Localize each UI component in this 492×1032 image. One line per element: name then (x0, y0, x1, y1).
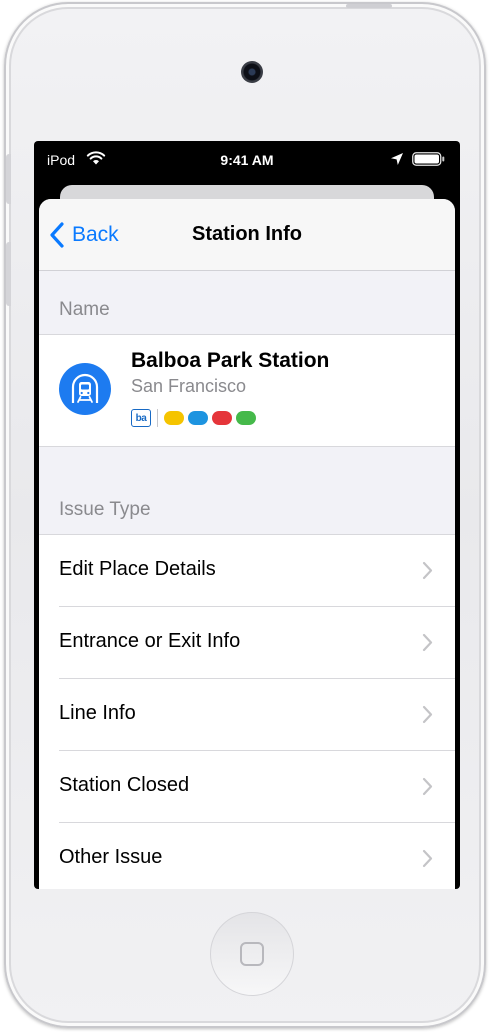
issue-type-section-header: Issue Type (59, 499, 151, 520)
badge-divider (157, 409, 158, 427)
volume-down-button (6, 242, 11, 306)
issue-row-label: Entrance or Exit Info (59, 630, 241, 652)
issue-row-label: Station Closed (59, 774, 190, 796)
issue-row-edit-place-details[interactable]: Edit Place Details (39, 535, 455, 607)
issue-row-label: Line Info (59, 702, 136, 724)
bart-logo-icon: ba (131, 409, 151, 427)
line-dot-yellow (164, 411, 184, 425)
station-info-sheet: Back Station Info Name Balboa Park Stati… (39, 199, 455, 889)
station-name: Balboa Park Station (131, 349, 330, 372)
line-dot-green (236, 411, 256, 425)
station-card: Balboa Park Station San Francisco ba (39, 334, 455, 447)
line-dot-red (212, 411, 232, 425)
top-power-button (346, 4, 392, 8)
line-badges: ba (131, 408, 260, 428)
issue-row-line-info[interactable]: Line Info (39, 679, 455, 751)
issue-row-label: Edit Place Details (59, 558, 216, 580)
screen: iPod 9:41 AM Back Station Info Name Balb… (34, 141, 460, 889)
name-section-header: Name (59, 299, 110, 320)
chevron-right-icon (422, 705, 433, 724)
issue-row-other-issue[interactable]: Other Issue (39, 823, 455, 889)
train-icon (59, 363, 111, 415)
chevron-right-icon (422, 561, 433, 580)
issue-row-entrance-or-exit-info[interactable]: Entrance or Exit Info (39, 607, 455, 679)
home-button[interactable] (210, 912, 294, 996)
issue-type-list: Edit Place Details Entrance or Exit Info… (39, 534, 455, 889)
station-city: San Francisco (131, 376, 247, 396)
issue-row-label: Other Issue (59, 846, 163, 868)
location-arrow-icon (391, 153, 403, 165)
line-dot-blue (188, 411, 208, 425)
chevron-right-icon (422, 633, 433, 652)
issue-row-station-closed[interactable]: Station Closed (39, 751, 455, 823)
chevron-right-icon (422, 849, 433, 868)
volume-up-button (6, 154, 11, 204)
page-title: Station Info (192, 223, 302, 245)
navigation-bar: Back Station Info (39, 199, 455, 271)
home-button-square-icon (240, 942, 264, 966)
status-bar: iPod 9:41 AM (34, 141, 460, 179)
chevron-right-icon (422, 777, 433, 796)
front-camera (241, 61, 263, 83)
battery-icon (412, 152, 445, 166)
